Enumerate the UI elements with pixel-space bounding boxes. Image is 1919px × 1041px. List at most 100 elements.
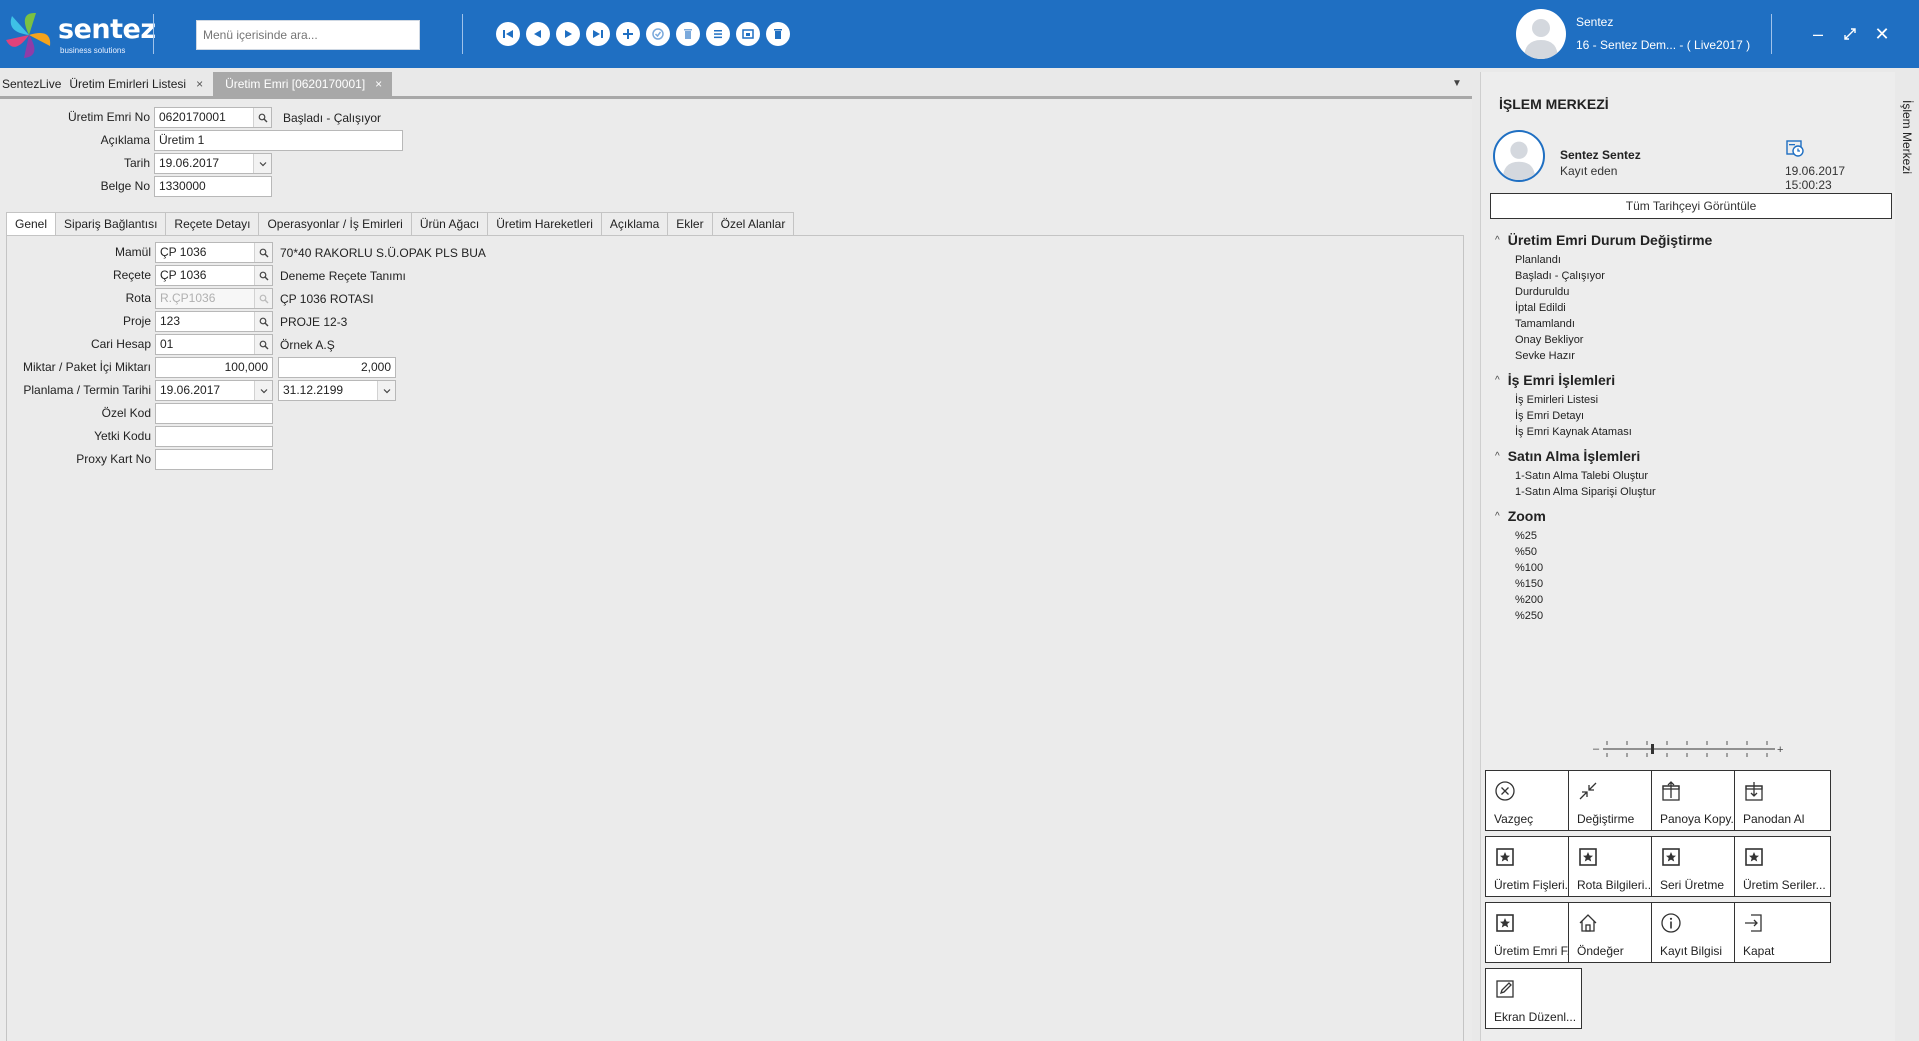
due-date-input[interactable]: 31.12.2199 <box>278 380 396 401</box>
trash-icon <box>774 29 782 39</box>
tab-notes[interactable]: Açıklama <box>600 212 668 236</box>
create-purchase-request-link[interactable]: 1-Satın Alma Talebi Oluştur <box>1515 470 1648 482</box>
close-button[interactable]: Kapat <box>1734 902 1831 963</box>
date-input[interactable]: 19.06.2017 <box>154 153 272 174</box>
view-full-history-button[interactable]: Tüm Tarihçeyi Görüntüle <box>1490 193 1892 219</box>
work-order-resource-link[interactable]: İş Emri Kaynak Ataması <box>1515 426 1632 438</box>
status-awaiting-approval[interactable]: Onay Bekliyor <box>1515 334 1583 346</box>
tab-label: SentezLive <box>2 77 62 91</box>
close-tab-icon[interactable]: × <box>369 77 390 91</box>
status-planned[interactable]: Planlandı <box>1515 254 1561 266</box>
zoom-150[interactable]: %150 <box>1515 578 1543 590</box>
doc-no-value: 1330000 <box>159 179 206 193</box>
minimize-button[interactable]: – <box>1806 22 1830 46</box>
special-code-input[interactable] <box>155 403 273 424</box>
production-serials-button[interactable]: Üretim Seriler... <box>1734 836 1831 897</box>
screen-layout-button[interactable]: Ekran Düzenl... <box>1485 968 1582 1029</box>
doc-no-input[interactable]: 1330000 <box>154 176 272 197</box>
tab-operations[interactable]: Operasyonlar / İş Emirleri <box>258 212 411 236</box>
section-purchasing[interactable]: ^ Satın Alma İşlemleri <box>1495 448 1640 464</box>
order-no-lookup-button[interactable] <box>253 108 271 127</box>
tab-custom-fields[interactable]: Özel Alanlar <box>711 212 795 236</box>
section-zoom[interactable]: ^ Zoom <box>1495 508 1546 524</box>
tab-production-orders-list[interactable]: Üretim Emirleri Listesi × <box>67 72 213 96</box>
product-lookup-button[interactable] <box>254 243 272 262</box>
action-label: Kapat <box>1743 944 1775 958</box>
plan-date-input[interactable]: 19.06.2017 <box>155 380 273 401</box>
trash-icon <box>684 29 692 39</box>
account-input[interactable]: 01 <box>155 334 273 355</box>
work-order-list-link[interactable]: İş Emirleri Listesi <box>1515 394 1598 406</box>
order-no-input[interactable]: 0620170001 <box>154 107 272 128</box>
zoom-slider[interactable]: – + <box>1593 738 1785 760</box>
delete-record-button[interactable] <box>676 22 700 46</box>
tab-recipe-detail[interactable]: Reçete Detayı <box>165 212 259 236</box>
tab-attachments[interactable]: Ekler <box>667 212 712 236</box>
triangle-left-icon <box>534 30 541 38</box>
pack-quantity-input[interactable]: 2,000 <box>278 357 396 378</box>
previous-record-button[interactable] <box>526 22 550 46</box>
plan-date-value: 19.06.2017 <box>160 383 221 397</box>
date-dropdown-button[interactable] <box>253 154 271 173</box>
tab-sentezlive[interactable]: SentezLive <box>0 72 67 96</box>
product-input[interactable]: ÇP 1036 <box>155 242 273 263</box>
due-date-dropdown-button[interactable] <box>377 381 395 400</box>
search-icon <box>259 294 268 303</box>
zoom-25[interactable]: %25 <box>1515 530 1537 542</box>
status-stopped[interactable]: Durduruldu <box>1515 286 1569 298</box>
history-icon[interactable] <box>1785 138 1805 158</box>
user-company[interactable]: 16 - Sentez Dem... - ( Live2017 ) <box>1576 38 1750 52</box>
close-window-button[interactable]: ✕ <box>1870 22 1894 46</box>
first-record-button[interactable] <box>496 22 520 46</box>
general-tab-panel: Mamül ÇP 1036 70*40 RAKORLU S.Ü.OPAK PLS… <box>6 235 1464 1041</box>
quantity-input[interactable]: 100,000 <box>155 357 273 378</box>
auth-code-input[interactable] <box>155 426 273 447</box>
product-label: Mamül <box>114 245 151 259</box>
menu-search-input[interactable] <box>196 20 420 50</box>
account-lookup-button[interactable] <box>254 335 272 354</box>
action-label: Üretim Seriler... <box>1743 878 1826 892</box>
close-tab-icon[interactable]: × <box>190 77 211 91</box>
last-record-button[interactable] <box>586 22 610 46</box>
zoom-50[interactable]: %50 <box>1515 546 1537 558</box>
logo-tagline: business solutions <box>60 46 126 55</box>
tabs-dropdown-button[interactable]: ▼ <box>1452 78 1462 89</box>
status-cancelled[interactable]: İptal Edildi <box>1515 302 1566 314</box>
proxy-card-input[interactable] <box>155 449 273 470</box>
window-view-button[interactable] <box>736 22 760 46</box>
paste-from-clipboard-button[interactable]: Panodan Al <box>1734 770 1831 831</box>
tab-production-movements[interactable]: Üretim Hareketleri <box>487 212 601 236</box>
new-record-button[interactable] <box>616 22 640 46</box>
tab-general[interactable]: Genel <box>6 212 56 236</box>
project-lookup-button[interactable] <box>254 312 272 331</box>
description-input[interactable]: Üretim 1 <box>154 130 403 151</box>
status-completed[interactable]: Tamamlandı <box>1515 318 1575 330</box>
section-work-order-ops[interactable]: ^ İş Emri İşlemleri <box>1495 372 1615 388</box>
work-order-detail-link[interactable]: İş Emri Detayı <box>1515 410 1584 422</box>
create-purchase-order-link[interactable]: 1-Satın Alma Siparişi Oluştur <box>1515 486 1656 498</box>
status-started[interactable]: Başladı - Çalışıyor <box>1515 270 1605 282</box>
tab-production-order[interactable]: Üretim Emri [0620170001] × <box>213 72 393 96</box>
section-status-change[interactable]: ^ Üretim Emri Durum Değiştirme <box>1495 232 1712 248</box>
remove-button[interactable] <box>766 22 790 46</box>
status-ready-to-ship[interactable]: Sevke Hazır <box>1515 350 1575 362</box>
zoom-100[interactable]: %100 <box>1515 562 1543 574</box>
approve-record-button[interactable] <box>646 22 670 46</box>
project-input[interactable]: 123 <box>155 311 273 332</box>
list-view-button[interactable] <box>706 22 730 46</box>
tab-order-link[interactable]: Sipariş Bağlantısı <box>55 212 166 236</box>
recipe-input[interactable]: ÇP 1036 <box>155 265 273 286</box>
zoom-200[interactable]: %200 <box>1515 594 1543 606</box>
tab-product-tree[interactable]: Ürün Ağacı <box>410 212 488 236</box>
vertical-tab-operations-center[interactable]: İşlem Merkezi <box>1898 100 1918 220</box>
plan-date-dropdown-button[interactable] <box>254 381 272 400</box>
recipe-lookup-button[interactable] <box>254 266 272 285</box>
maximize-button[interactable] <box>1838 22 1862 46</box>
user-avatar[interactable] <box>1516 9 1566 59</box>
user-silhouette-icon <box>1524 19 1558 59</box>
zoom-250[interactable]: %250 <box>1515 610 1543 622</box>
exit-icon <box>1745 914 1762 932</box>
chevron-down-icon <box>383 388 390 393</box>
next-record-button[interactable] <box>556 22 580 46</box>
planning-label: Planlama / Termin Tarihi <box>23 383 151 397</box>
